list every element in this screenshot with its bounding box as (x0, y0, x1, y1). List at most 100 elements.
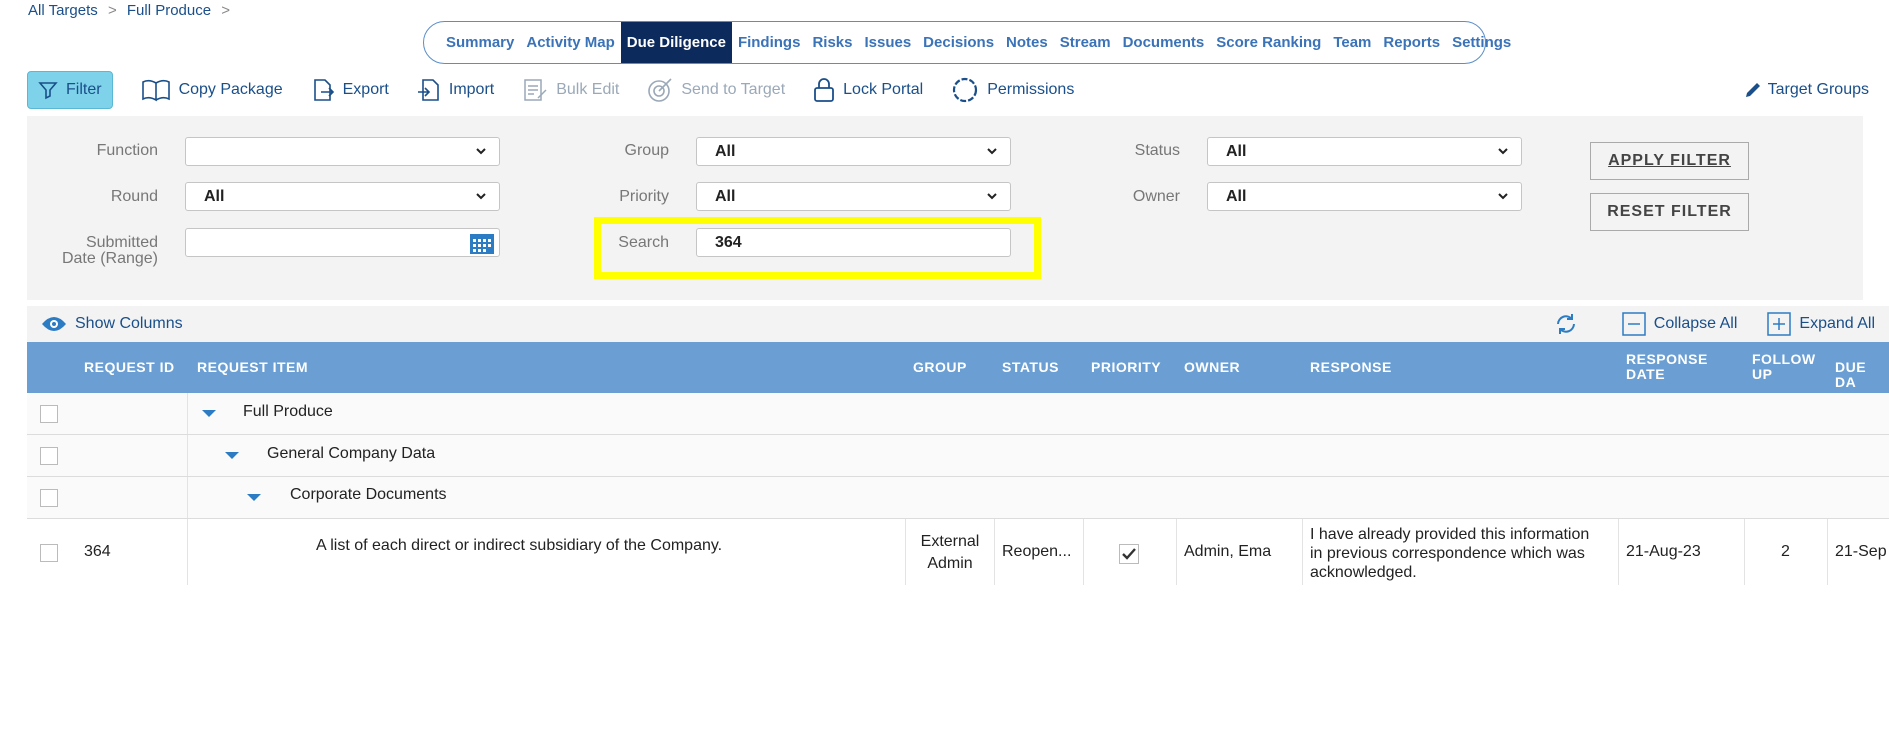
breadcrumb-all-targets[interactable]: All Targets (28, 2, 98, 19)
tab-decisions[interactable]: Decisions (917, 22, 1000, 63)
tab-activity-map[interactable]: Activity Map (520, 22, 620, 63)
col-owner[interactable]: OWNER (1184, 360, 1240, 375)
tree-label: General Company Data (267, 445, 436, 462)
col-follow-up-line1: FOLLOW (1752, 351, 1816, 367)
book-icon (141, 79, 170, 102)
refresh-icon[interactable] (1554, 312, 1578, 336)
col-request-item[interactable]: REQUEST ITEM (197, 360, 308, 375)
tab-findings[interactable]: Findings (732, 22, 807, 63)
expand-all-button[interactable]: Expand All (1767, 312, 1875, 336)
group-select[interactable]: All (696, 137, 1011, 166)
response-cell: I have already provided this information… (1310, 525, 1610, 582)
row-checkbox[interactable] (40, 544, 58, 562)
submitted-date-range-input[interactable] (185, 228, 500, 257)
tab-documents[interactable]: Documents (1117, 22, 1211, 63)
tab-reports[interactable]: Reports (1377, 22, 1446, 63)
tab-issues[interactable]: Issues (858, 22, 917, 63)
tree-row-level1: Full Produce (27, 393, 1889, 435)
tab-stream[interactable]: Stream (1054, 22, 1117, 63)
tab-summary[interactable]: Summary (440, 22, 520, 63)
filter-button[interactable]: Filter (27, 71, 113, 109)
collapse-triangle-icon[interactable] (202, 410, 216, 417)
col-due-date[interactable]: DUE DA (1835, 360, 1889, 390)
tab-notes[interactable]: Notes (1000, 22, 1054, 63)
export-icon (313, 79, 334, 101)
collapse-triangle-icon[interactable] (225, 452, 239, 459)
breadcrumb-full-produce[interactable]: Full Produce (127, 2, 211, 19)
function-select[interactable] (185, 137, 500, 166)
status-select-value: All (1226, 143, 1247, 160)
toolbar: Filter Copy Package Export Import Bulk E… (27, 71, 1869, 109)
export-label: Export (342, 81, 389, 98)
lock-portal-button[interactable]: Lock Portal (813, 71, 923, 109)
col-follow-up-line2: UP (1752, 366, 1773, 382)
calendar-icon[interactable] (469, 231, 495, 255)
response-line3: acknowledged. (1310, 564, 1417, 581)
copy-package-label: Copy Package (178, 81, 283, 98)
col-priority[interactable]: PRIORITY (1091, 360, 1161, 375)
permissions-label: Permissions (987, 81, 1075, 98)
priority-select[interactable]: All (696, 182, 1011, 211)
breadcrumb-separator: > (107, 2, 117, 19)
highlight-box (594, 217, 1041, 279)
show-columns-button[interactable]: Show Columns (41, 315, 183, 333)
chevron-down-icon (1498, 193, 1508, 200)
status-label: Status (1134, 142, 1180, 159)
submitted-label-line1: Submitted (85, 234, 158, 251)
tree-label: Corporate Documents (290, 486, 447, 503)
col-group[interactable]: GROUP (913, 360, 967, 375)
request-item-cell[interactable]: A list of each direct or indirect subsid… (316, 537, 722, 555)
group-cell-line2: Admin (927, 555, 973, 572)
bulk-edit-button[interactable]: Bulk Edit (522, 71, 619, 109)
status-cell: Reopen... (1002, 543, 1072, 560)
target-groups-button[interactable]: Target Groups (1744, 71, 1869, 109)
owner-label: Owner (1132, 188, 1180, 205)
show-columns-label: Show Columns (75, 315, 183, 332)
col-response-date[interactable]: RESPONSE DATE (1626, 352, 1708, 382)
chevron-down-icon (476, 148, 486, 155)
collapse-all-button[interactable]: Collapse All (1622, 312, 1737, 336)
tab-settings[interactable]: Settings (1446, 22, 1517, 63)
columns-bar: Show Columns Collapse All Expand All (27, 306, 1889, 342)
table-header: REQUEST ID REQUEST ITEM GROUP STATUS PRI… (27, 342, 1889, 393)
reset-filter-button[interactable]: RESET FILTER (1590, 193, 1749, 231)
apply-filter-button[interactable]: APPLY FILTER (1590, 142, 1749, 180)
row-checkbox[interactable] (40, 405, 58, 423)
funnel-icon (38, 82, 58, 100)
lock-icon (814, 78, 835, 102)
round-select[interactable]: All (185, 182, 500, 211)
filter-label: Filter (66, 81, 102, 98)
export-button[interactable]: Export (311, 71, 389, 109)
bulk-edit-label: Bulk Edit (556, 81, 620, 98)
chevron-down-icon (987, 148, 997, 155)
breadcrumb: All Targets > Full Produce > (28, 2, 236, 19)
import-button[interactable]: Import (417, 71, 494, 109)
permissions-button[interactable]: Permissions (951, 71, 1074, 109)
status-select[interactable]: All (1207, 137, 1522, 166)
priority-checkbox[interactable] (1119, 544, 1139, 564)
send-to-target-button[interactable]: Send to Target (647, 71, 785, 109)
group-cell-line1: External (920, 533, 980, 550)
col-request-id[interactable]: REQUEST ID (84, 360, 175, 375)
tree-row-level2: General Company Data (27, 435, 1889, 477)
table-row[interactable]: 364 A list of each direct or indirect su… (27, 519, 1889, 585)
col-response[interactable]: RESPONSE (1310, 360, 1392, 375)
col-follow-up[interactable]: FOLLOW UP (1752, 352, 1816, 382)
request-id-cell: 364 (84, 543, 111, 560)
chevron-down-icon (1498, 148, 1508, 155)
tab-score-ranking[interactable]: Score Ranking (1210, 22, 1327, 63)
col-status[interactable]: STATUS (1002, 360, 1059, 375)
tab-due-diligence[interactable]: Due Diligence (620, 22, 732, 63)
tab-team[interactable]: Team (1327, 22, 1377, 63)
collapse-triangle-icon[interactable] (247, 494, 261, 501)
tree-row-level3: Corporate Documents (27, 477, 1889, 519)
row-checkbox[interactable] (40, 489, 58, 507)
tree-label: Full Produce (243, 403, 333, 420)
owner-cell: Admin, Ema (1184, 543, 1272, 560)
checkmark-icon (1122, 548, 1136, 560)
follow-up-cell: 2 (1781, 543, 1790, 560)
copy-package-button[interactable]: Copy Package (141, 71, 283, 109)
tab-risks[interactable]: Risks (806, 22, 858, 63)
owner-select[interactable]: All (1207, 182, 1522, 211)
row-checkbox[interactable] (40, 447, 58, 465)
